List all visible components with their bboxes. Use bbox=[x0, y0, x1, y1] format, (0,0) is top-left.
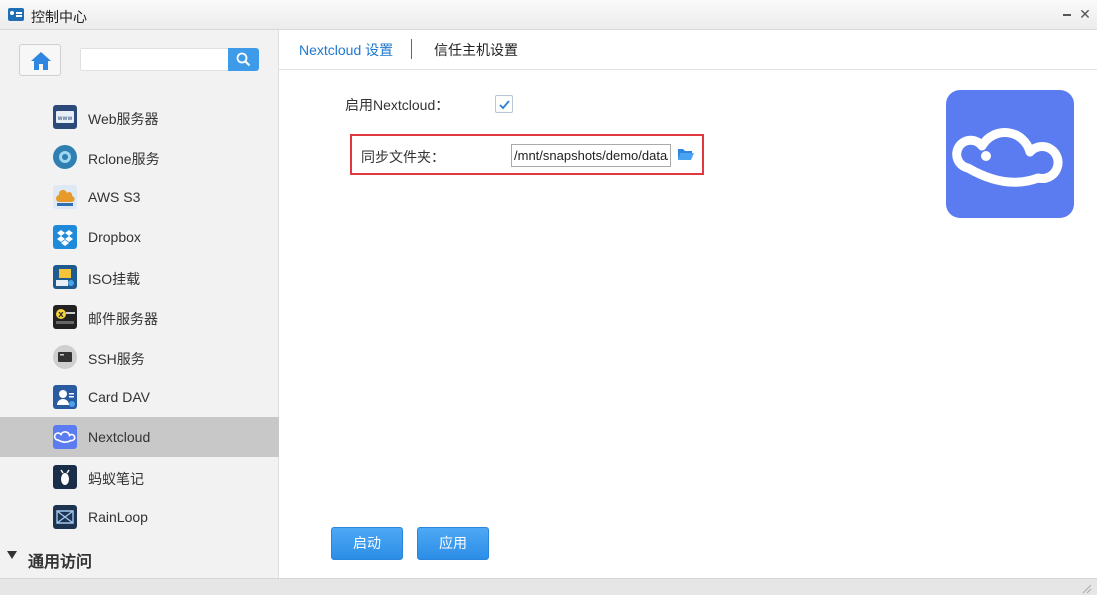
rclone-icon bbox=[53, 145, 77, 169]
sidebar-item-label: 蚂蚁笔记 bbox=[88, 471, 144, 487]
nextcloud-icon bbox=[53, 425, 77, 449]
search-input[interactable] bbox=[80, 48, 228, 71]
title-bar: 控制中心 ✕ bbox=[0, 0, 1097, 30]
sidebar-item-carddav[interactable]: Card DAV bbox=[0, 377, 279, 417]
apply-button[interactable]: 应用 bbox=[417, 527, 489, 560]
leanote-icon bbox=[53, 465, 77, 489]
window-title: 控制中心 bbox=[31, 9, 87, 25]
folder-icon bbox=[678, 149, 694, 160]
sidebar-item-mail-server[interactable]: X 邮件服务器 bbox=[0, 297, 279, 337]
aws-s3-icon bbox=[53, 185, 77, 209]
sidebar-item-label: SSH服务 bbox=[88, 351, 145, 367]
sidebar-item-web-server[interactable]: www Web服务器 bbox=[0, 97, 279, 137]
iso-mount-icon bbox=[53, 265, 77, 289]
sidebar-item-label: Dropbox bbox=[88, 229, 141, 245]
carddav-icon bbox=[53, 385, 77, 409]
nextcloud-logo bbox=[946, 90, 1074, 218]
sidebar-item-label: RainLoop bbox=[88, 509, 148, 525]
close-button[interactable]: ✕ bbox=[1077, 6, 1093, 22]
enable-nextcloud-checkbox[interactable] bbox=[495, 95, 513, 113]
tab-divider bbox=[411, 39, 412, 59]
control-center-window: 控制中心 ✕ www Web服务器 Rclone服务 AWS S3 Dropbo… bbox=[0, 0, 1097, 595]
sidebar-item-iso-mount[interactable]: ISO挂载 bbox=[0, 257, 279, 297]
browse-folder-button[interactable] bbox=[677, 146, 695, 162]
sidebar-item-label: AWS S3 bbox=[88, 189, 141, 205]
checkmark-icon bbox=[499, 100, 510, 110]
sidebar-item-label: Rclone服务 bbox=[88, 151, 160, 167]
sidebar-nav: www Web服务器 Rclone服务 AWS S3 Dropbox ISO挂载… bbox=[0, 97, 279, 537]
tab-nextcloud-settings[interactable]: Nextcloud 设置 bbox=[299, 40, 393, 60]
sync-folder-input[interactable] bbox=[511, 144, 671, 167]
svg-text:X: X bbox=[58, 311, 64, 319]
tab-bar: Nextcloud 设置 信任主机设置 bbox=[279, 30, 1097, 70]
sidebar-item-rclone[interactable]: Rclone服务 bbox=[0, 137, 279, 177]
resize-grip-icon[interactable] bbox=[1080, 582, 1092, 594]
mail-server-icon: X bbox=[53, 305, 77, 329]
control-panel-icon bbox=[8, 8, 24, 21]
nextcloud-settings-panel: 启用Nextcloud： 同步文件夹： 启动 应用 bbox=[279, 71, 1097, 578]
home-button[interactable] bbox=[19, 44, 61, 76]
web-server-icon: www bbox=[53, 105, 77, 129]
expand-arrow-icon bbox=[7, 551, 17, 559]
sidebar-item-ssh[interactable]: SSH服务 bbox=[0, 337, 279, 377]
ssh-icon bbox=[53, 345, 77, 369]
minimize-button[interactable] bbox=[1059, 6, 1075, 22]
sidebar-item-aws-s3[interactable]: AWS S3 bbox=[0, 177, 279, 217]
sidebar-item-label: Nextcloud bbox=[88, 429, 151, 445]
search-icon bbox=[236, 52, 251, 67]
sync-folder-label: 同步文件夹： bbox=[361, 149, 445, 165]
sidebar-item-label: Card DAV bbox=[88, 389, 150, 405]
sidebar-item-label: Web服务器 bbox=[88, 111, 159, 127]
status-bar bbox=[0, 578, 1097, 595]
section-general-access[interactable]: 通用访问 bbox=[0, 545, 279, 571]
start-button[interactable]: 启动 bbox=[331, 527, 403, 560]
rainloop-icon bbox=[53, 505, 77, 529]
section-label: 通用访问 bbox=[28, 554, 93, 571]
sidebar: www Web服务器 Rclone服务 AWS S3 Dropbox ISO挂载… bbox=[0, 30, 279, 578]
tab-trusted-hosts[interactable]: 信任主机设置 bbox=[434, 40, 518, 60]
svg-text:www: www bbox=[58, 115, 73, 122]
sidebar-item-nextcloud[interactable]: Nextcloud bbox=[0, 417, 279, 457]
sidebar-item-label: 邮件服务器 bbox=[88, 311, 158, 327]
search-button[interactable] bbox=[228, 48, 259, 71]
sidebar-item-dropbox[interactable]: Dropbox bbox=[0, 217, 279, 257]
sidebar-item-rainloop[interactable]: RainLoop bbox=[0, 497, 279, 537]
enable-nextcloud-label: 启用Nextcloud： bbox=[345, 97, 450, 113]
dropbox-icon bbox=[53, 225, 77, 249]
sidebar-item-leanote[interactable]: 蚂蚁笔记 bbox=[0, 457, 279, 497]
sidebar-item-label: ISO挂载 bbox=[88, 271, 141, 287]
home-icon bbox=[31, 52, 51, 70]
